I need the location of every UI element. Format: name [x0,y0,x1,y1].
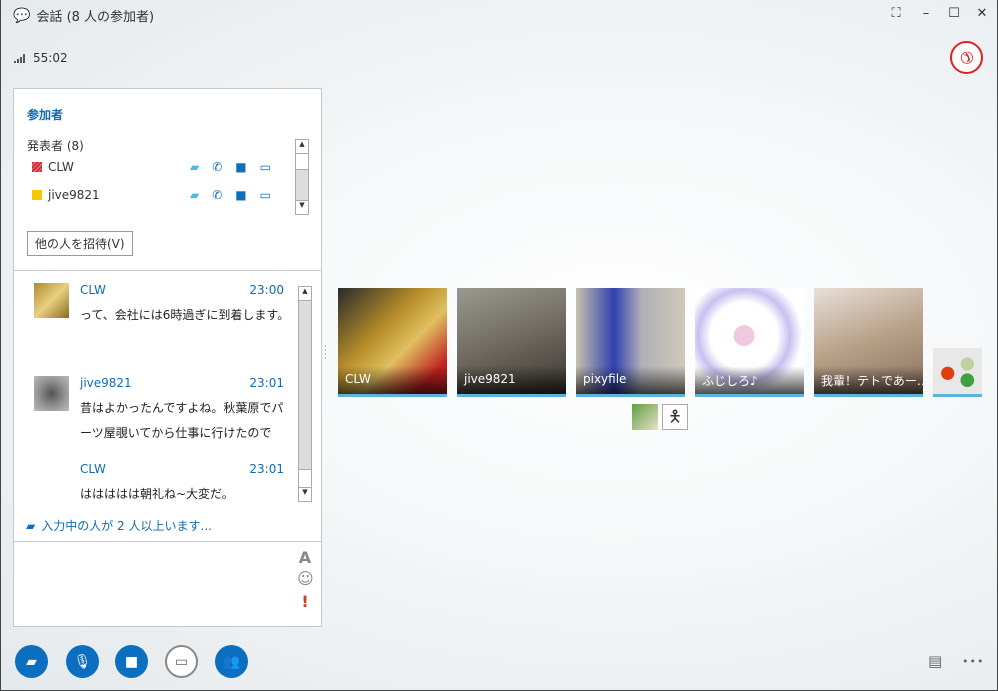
sender-name[interactable]: jive9821 [80,376,132,390]
sender-name[interactable]: CLW [80,283,106,297]
people-icon: 👥 [222,653,241,670]
high-importance-button[interactable]: ! [297,592,313,611]
participant-name: jive9821 [48,188,100,202]
emoticon-button[interactable]: ☺ [297,569,314,588]
microphone-icon: 🎙 [73,653,92,670]
contact-card-icon[interactable]: ▤ [928,652,942,670]
sender-name[interactable]: CLW [80,462,106,476]
self-video-thumbnail[interactable] [632,404,658,430]
participants-button[interactable]: 👥 [215,645,248,678]
im-button[interactable]: ▰ [15,645,48,678]
person-icon[interactable]: 🯅 [662,404,688,430]
participants-scrollbar[interactable]: ▲ ▼ [295,139,309,215]
present-button[interactable]: ▭ [165,645,198,678]
message-time: 23:00 [249,283,284,297]
participant-modalities: ▰ ✆ ■ ▭ [190,188,271,202]
video-tile[interactable]: pixyfile [576,288,685,397]
divider [14,270,321,271]
typing-icon: ▰ [26,518,36,533]
signal-icon [14,53,25,63]
monitor-icon: ▭ [174,653,189,670]
message-text: って、会社には6時過ぎに到着します。 [80,308,290,322]
participants-heading: 参加者 [27,108,64,122]
font-button[interactable]: A [297,548,313,567]
side-panel: 参加者 発表者 (8) CLW ▰ ✆ ■ ▭ jive9821 ▰ ✆ ■ ▭ ▲ ▼ 他… [13,88,322,627]
typing-text: 入力中の人が 2 人以上います... [41,519,212,533]
invite-more-people-button[interactable]: 他の人を招待(V) [27,231,133,256]
video-tile-name: CLW [338,366,447,394]
video-tile-small[interactable] [933,348,982,397]
full-screen-button[interactable]: ⛶ [886,6,906,24]
audio-button[interactable]: 🎙 [66,645,99,678]
message-text: 昔はよかったんですよね。秋葉原でパーツ屋覗いてから仕事に行けたので [80,401,284,440]
call-status: 55:02 [14,51,68,65]
chat-scrollbar[interactable]: ▲ ▼ [298,286,312,502]
chat-bubble-icon: ▰ [26,653,37,670]
video-tile-name: jive9821 [457,366,566,394]
participant-row[interactable]: CLW [32,160,74,174]
phone-icon: ✆ [212,188,223,202]
video-off-icon: ■ [124,653,139,670]
screen-icon: ▭ [259,188,271,202]
title-bar: 💬 会話 (8 人の参加者) [13,6,155,26]
participant-row[interactable]: jive9821 [32,188,100,202]
message-time: 23:01 [249,376,284,390]
participant-name: CLW [48,160,74,174]
video-tile[interactable]: 我輩！テトであー… [814,288,923,397]
phone-icon: ✆ [212,160,223,174]
video-tile[interactable]: ふじしろ♪ [695,288,804,397]
hang-up-button[interactable]: ✆ [950,41,983,74]
message-input[interactable] [14,542,294,626]
status-indicator [32,162,42,172]
minimize-button[interactable]: – [916,6,936,24]
im-icon: ▰ [190,160,200,174]
more-options-button[interactable]: ••• [962,655,984,668]
participant-modalities: ▰ ✆ ■ ▭ [190,160,271,174]
close-button[interactable]: ✕ [972,6,992,24]
video-tile[interactable]: jive9821 [457,288,566,397]
phone-icon: ✆ [955,46,978,69]
screen-icon: ▭ [259,160,271,174]
avatar [34,376,69,411]
presenters-group-label: 発表者 (8) [27,139,84,153]
avatar [34,283,69,318]
call-duration: 55:02 [33,51,68,65]
video-icon: ■ [235,188,247,202]
video-tile-name: 我輩！テトであー… [814,366,923,394]
maximize-button[interactable]: ☐ [944,6,964,24]
im-icon: ▰ [190,188,200,202]
typing-indicator: ▰ 入力中の人が 2 人以上います... [26,517,212,534]
window-title: 会話 (8 人の参加者) [36,10,155,25]
video-tile-name: ふじしろ♪ [695,366,804,394]
message-time: 23:01 [249,462,284,476]
conversation-icon: 💬 [13,7,31,24]
panel-resize-handle[interactable]: · · · · [324,343,327,364]
video-button[interactable]: ■ [115,645,148,678]
conversation-window: 💬 会話 (8 人の参加者) ⛶ – ☐ ✕ 55:02 ✆ 参加者 発表者 (… [0,0,998,691]
message-text: ははははは朝礼ね~大変だ。 [80,487,234,501]
status-indicator [32,190,42,200]
video-tile-name: pixyfile [576,366,685,394]
video-icon: ■ [235,160,247,174]
video-tile[interactable]: CLW [338,288,447,397]
